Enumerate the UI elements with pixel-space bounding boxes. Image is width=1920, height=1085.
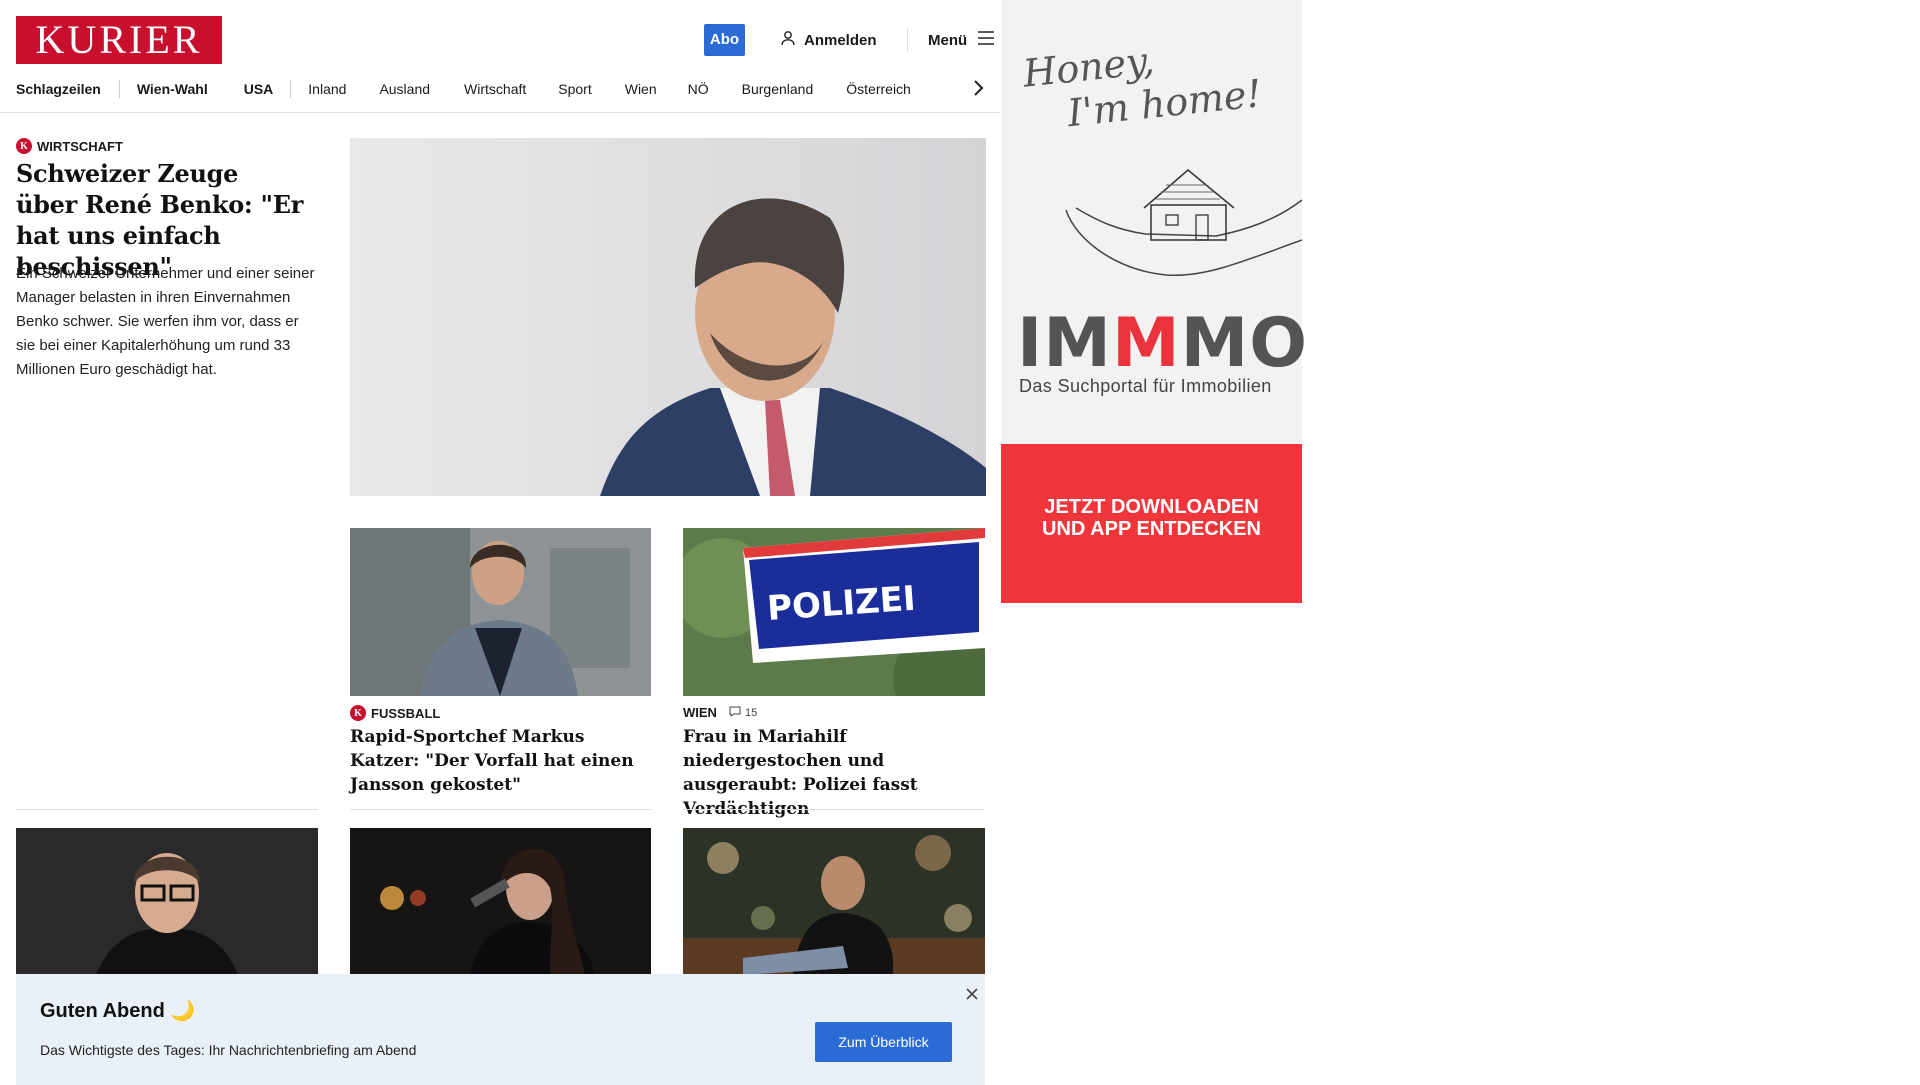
kurier-plus-icon: K (350, 705, 366, 721)
nav-item-usa[interactable]: USA (244, 81, 274, 97)
nav-item-schlagzeilen[interactable]: Schlagzeilen (16, 81, 101, 97)
divider (16, 809, 318, 810)
card-image-polizei[interactable]: POLIZEI (683, 528, 985, 696)
nav-separator (118, 80, 120, 98)
evening-briefing-banner: Guten Abend 🌙 Das Wichtigste des Tages: … (16, 974, 985, 1085)
comment-count-value: 15 (744, 706, 758, 719)
briefing-text: Das Wichtigste des Tages: Ihr Nachrichte… (40, 1042, 417, 1058)
nav-item-noe[interactable]: NÖ (688, 81, 709, 97)
kurier-logo[interactable]: KURIER (16, 16, 222, 64)
nav-item-wien-wahl[interactable]: Wien-Wahl (137, 81, 208, 97)
menu-label: Menü (928, 31, 968, 49)
abo-button[interactable]: Abo (704, 24, 745, 56)
chevron-right-icon[interactable] (968, 76, 988, 100)
comment-count[interactable]: 15 (729, 706, 757, 720)
nav-divider (0, 112, 1000, 113)
lead-kicker[interactable]: K Wirtschaft (16, 138, 123, 154)
nav-item-ausland[interactable]: Ausland (379, 81, 430, 97)
nav-item-inland[interactable]: Inland (308, 81, 346, 97)
card-headline-mariahilf[interactable]: Frau in Mariahilf niedergestochen und au… (683, 725, 985, 821)
card-image-rapid[interactable] (350, 528, 651, 696)
nav-item-sport[interactable]: Sport (558, 81, 591, 97)
divider (350, 809, 651, 810)
ad-subtitle: Das Suchportal für Immobilien (1019, 376, 1272, 396)
login-label: Anmelden (804, 31, 877, 49)
lead-kicker-label: Wirtschaft (37, 138, 123, 154)
close-icon[interactable] (962, 984, 982, 1004)
nav-item-oesterreich[interactable]: Österreich (846, 81, 911, 97)
card-kicker-label: Fussball (371, 705, 441, 721)
ad-cta-panel[interactable]: JETZT DOWNLOADEN UND APP ENTDECKEN (1001, 444, 1302, 603)
immmo-ad[interactable]: Honey, I'm home! IMMMO Das Suchportal fü… (1001, 0, 1307, 603)
lead-image[interactable] (350, 138, 986, 496)
ad-cta-text: JETZT DOWNLOADEN UND APP ENTDECKEN (1001, 496, 1302, 540)
briefing-overview-button[interactable]: Zum Überblick (815, 1022, 952, 1062)
kurier-plus-icon: K (16, 138, 32, 154)
section-nav: Schlagzeilen Wien-Wahl USA Inland Auslan… (16, 78, 986, 100)
immmo-logo: IMMMO (1017, 306, 1308, 382)
hamburger-icon (977, 31, 995, 49)
immmo-logo-part1: IM (1017, 304, 1112, 383)
ad-cta-line1: JETZT DOWNLOADEN (1044, 496, 1259, 518)
house-in-hand-illustration (1056, 160, 1303, 290)
menu-button[interactable]: Menü (908, 28, 995, 52)
card-headline-rapid[interactable]: Rapid-Sportchef Markus Katzer: "Der Vorf… (350, 725, 651, 797)
nav-separator (290, 80, 292, 98)
nav-item-wirtschaft[interactable]: Wirtschaft (464, 81, 526, 97)
card-kicker-fussball[interactable]: K Fussball (350, 705, 440, 721)
nav-item-burgenland[interactable]: Burgenland (742, 81, 814, 97)
card-image-portrait-glasses[interactable] (16, 828, 318, 975)
immmo-logo-part2: M (1111, 304, 1181, 383)
ad-cta-line2: UND APP ENTDECKEN (1042, 518, 1261, 540)
login-button[interactable]: Anmelden (780, 28, 877, 52)
ad-tagline: Honey, I'm home! (1021, 27, 1264, 139)
user-icon (780, 30, 796, 50)
immmo-logo-part3: MO (1180, 304, 1309, 383)
briefing-title: Guten Abend 🌙 (40, 1000, 196, 1022)
lead-teaser: Ein Schweizer Unternehmer und einer sein… (16, 265, 315, 378)
nav-item-wien[interactable]: Wien (625, 81, 657, 97)
comment-icon (729, 706, 741, 720)
card-image-singer[interactable] (350, 828, 651, 975)
card-kicker-wien[interactable]: Wien 15 (683, 705, 757, 720)
card-kicker-label: Wien (683, 705, 717, 720)
divider (683, 809, 985, 810)
card-image-man-on-sofa[interactable] (683, 828, 985, 975)
